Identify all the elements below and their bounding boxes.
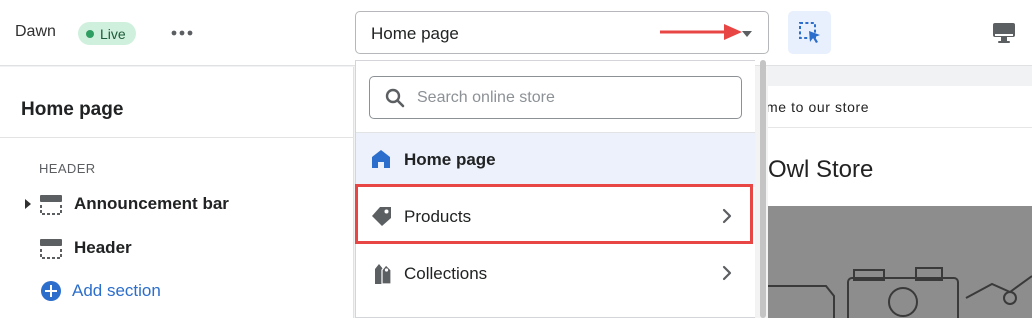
theme-name: Dawn — [15, 23, 56, 40]
live-status-badge: Live — [78, 22, 136, 45]
add-section-button[interactable]: Add section — [40, 279, 161, 303]
section-item-header[interactable]: Header — [0, 233, 354, 263]
annotation-arrow-icon — [660, 24, 742, 40]
preview-scrollbar-thumb[interactable] — [760, 60, 766, 318]
sidebar-title: Home page — [21, 99, 124, 120]
home-icon — [372, 150, 390, 168]
collections-icon — [375, 264, 392, 285]
store-preview: me to our store Owl Store — [756, 86, 1032, 318]
select-element-icon — [798, 21, 820, 43]
live-badge-label: Live — [100, 25, 126, 42]
dropdown-item-label: Home page — [404, 150, 496, 169]
sidebar-divider — [0, 137, 354, 138]
annotation-highlight-box — [355, 184, 753, 244]
preview-announcement-text: me to our store — [766, 99, 870, 115]
section-item-announcement-bar[interactable]: Announcement bar — [0, 189, 354, 219]
sections-sidebar: Home page HEADER Announcement bar Header… — [0, 67, 354, 318]
section-group-label: HEADER — [39, 161, 96, 176]
expand-caret-icon[interactable] — [25, 199, 31, 209]
plus-circle-icon — [41, 281, 61, 301]
inspector-button[interactable] — [788, 11, 831, 54]
preview-announcement-bar: me to our store — [756, 86, 1032, 128]
search-icon — [385, 88, 405, 108]
section-item-label: Header — [74, 238, 132, 257]
page-selector-value: Home page — [371, 24, 459, 43]
editor-topbar: Dawn Live Home page — [0, 0, 1032, 66]
section-item-label: Announcement bar — [74, 194, 229, 213]
dropdown-item-collections[interactable]: Collections — [356, 247, 755, 301]
desktop-view-button[interactable] — [988, 18, 1020, 48]
more-actions-button[interactable] — [168, 20, 196, 46]
search-input[interactable] — [417, 87, 727, 109]
more-horizontal-icon — [171, 30, 193, 36]
caret-down-icon — [742, 31, 752, 37]
preview-hero-image — [766, 206, 1032, 318]
add-section-label: Add section — [72, 281, 161, 300]
camera-illustration-icon — [766, 267, 1032, 318]
dropdown-item-label: Collections — [404, 264, 488, 283]
desktop-icon — [993, 23, 1015, 43]
section-layout-icon — [40, 195, 62, 215]
dropdown-item-home-page[interactable]: Home page — [356, 133, 755, 187]
chevron-right-icon — [722, 265, 732, 281]
search-field[interactable] — [369, 76, 742, 119]
live-dot-icon — [86, 29, 94, 38]
preview-store-name: Owl Store — [768, 156, 874, 183]
section-layout-icon — [40, 239, 62, 259]
